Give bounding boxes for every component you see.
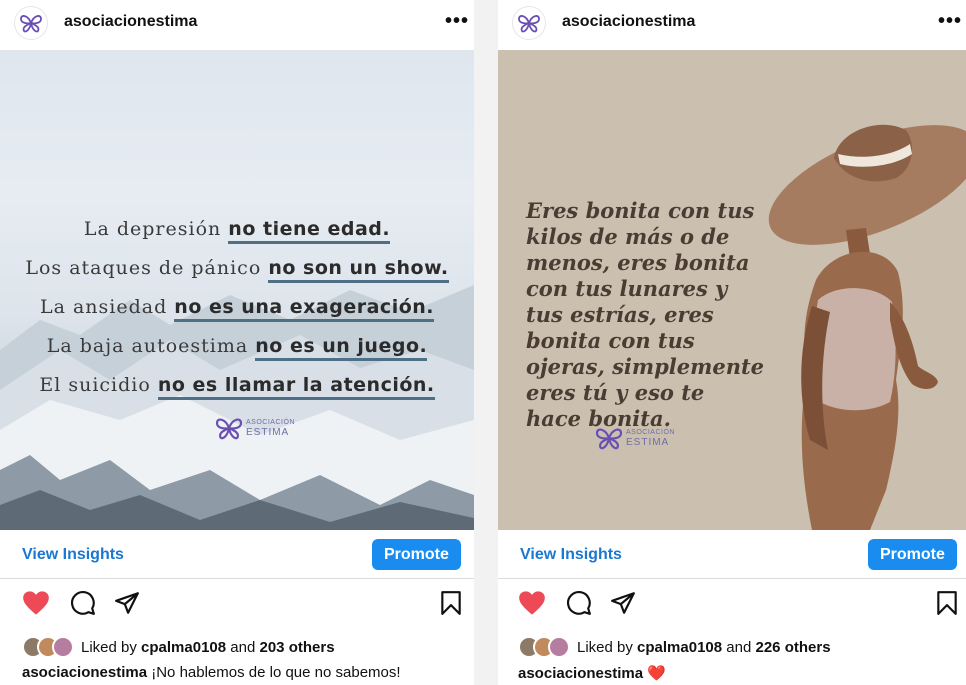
likes-prefix: Liked by: [577, 638, 638, 656]
likes-text: Liked by cpalma0108 and 203 others: [81, 639, 335, 656]
image-line-text: La ansiedad: [39, 296, 175, 318]
insights-bar: View Insights Promote: [0, 532, 474, 579]
comment-icon[interactable]: [70, 590, 96, 616]
caption-text: ❤️: [643, 665, 666, 682]
post-separator: [474, 0, 498, 685]
image-line-5: El suicidio no es llamar la atención.: [0, 366, 474, 405]
post-caption: asociacionestima ¡No hablemos de lo que …: [22, 664, 401, 681]
caption-text: ¡No hablemos de lo que no sabemos!: [147, 664, 401, 681]
image-line-emphasis: no son un show.: [268, 257, 449, 283]
butterfly-logo-icon: [595, 428, 623, 450]
image-line-text: Los ataques de pánico: [25, 257, 269, 279]
caption-username[interactable]: asociacionestima: [22, 664, 147, 681]
post-caption: asociacionestima ❤️: [518, 664, 666, 682]
image-line-1: La depresión no tiene edad.: [0, 210, 474, 249]
post-image[interactable]: La depresión no tiene edad. Los ataques …: [0, 50, 474, 530]
profile-avatar[interactable]: [512, 6, 546, 40]
post-username[interactable]: asociacionestima: [562, 13, 695, 31]
bookmark-icon[interactable]: [936, 590, 958, 616]
post-header: asociacionestima •••: [0, 0, 474, 50]
logo-line-2: ESTIMA: [626, 437, 670, 448]
view-insights-link[interactable]: View Insights: [22, 546, 124, 564]
butterfly-logo-icon: [215, 418, 243, 440]
more-icon[interactable]: •••: [938, 10, 962, 33]
likes-count[interactable]: 203 others: [260, 639, 335, 656]
woman-with-hat-illustration: [768, 124, 966, 530]
likes-summary[interactable]: Liked by cpalma0108 and 203 others: [22, 636, 335, 658]
likes-prefix: Liked by: [81, 638, 142, 656]
image-line-text: La baja autoestima: [46, 335, 256, 357]
image-line-emphasis: no es llamar la atención.: [157, 374, 435, 400]
image-line-emphasis: no es una exageración.: [174, 296, 435, 322]
liker-avatar: [548, 636, 570, 658]
promote-button[interactable]: Promote: [372, 539, 461, 570]
image-line-text: El suicidio: [39, 374, 158, 396]
post-image[interactable]: Eres bonita con tus kilos de más o de me…: [498, 50, 966, 530]
likes-mid: and: [226, 638, 260, 656]
image-line-3: La ansiedad no es una exageración.: [0, 288, 474, 327]
likes-summary[interactable]: Liked by cpalma0108 and 226 others: [518, 636, 831, 658]
likes-text: Liked by cpalma0108 and 226 others: [577, 639, 831, 656]
image-brand-logo: ASOCIACIÓN ESTIMA: [594, 426, 675, 450]
insights-bar: View Insights Promote: [498, 532, 966, 579]
image-line-4: La baja autoestima no es un juego.: [0, 327, 474, 366]
post-username[interactable]: asociacionestima: [64, 13, 197, 31]
image-line-emphasis: no tiene edad.: [228, 218, 391, 244]
image-brand-logo: ASOCIACIÓN ESTIMA: [214, 416, 295, 440]
liker-avatar: [52, 636, 74, 658]
bookmark-icon[interactable]: [440, 590, 462, 616]
caption-username[interactable]: asociacionestima: [518, 665, 643, 682]
action-icons: [498, 590, 966, 620]
post-image-text: La depresión no tiene edad. Los ataques …: [0, 210, 474, 405]
comment-icon[interactable]: [566, 590, 592, 616]
image-line-emphasis: no es un juego.: [255, 335, 428, 361]
image-line-2: Los ataques de pánico no son un show.: [0, 249, 474, 288]
butterfly-logo-icon: [518, 15, 540, 33]
profile-avatar[interactable]: [14, 6, 48, 40]
more-icon[interactable]: •••: [445, 10, 469, 33]
likes-mid: and: [722, 638, 756, 656]
heart-filled-icon[interactable]: [22, 590, 50, 616]
liker-username[interactable]: cpalma0108: [637, 639, 722, 656]
action-icons: [0, 590, 474, 620]
promote-button[interactable]: Promote: [868, 539, 957, 570]
logo-line-2: ESTIMA: [246, 427, 290, 438]
view-insights-link[interactable]: View Insights: [520, 546, 622, 564]
share-icon[interactable]: [610, 590, 636, 616]
liker-username[interactable]: cpalma0108: [141, 639, 226, 656]
post-image-text: Eres bonita con tus kilos de más o de me…: [526, 198, 765, 431]
likes-count[interactable]: 226 others: [756, 639, 831, 656]
butterfly-logo-icon: [20, 15, 42, 33]
share-icon[interactable]: [114, 590, 140, 616]
heart-filled-icon[interactable]: [518, 590, 546, 616]
post-2: asociacionestima ••• Eres bonita con tus…: [498, 0, 966, 685]
post-1: asociacionestima ••• La depresión no tie…: [0, 0, 474, 685]
image-line-text: La depresión: [83, 218, 229, 240]
post-header: asociacionestima •••: [498, 0, 966, 50]
